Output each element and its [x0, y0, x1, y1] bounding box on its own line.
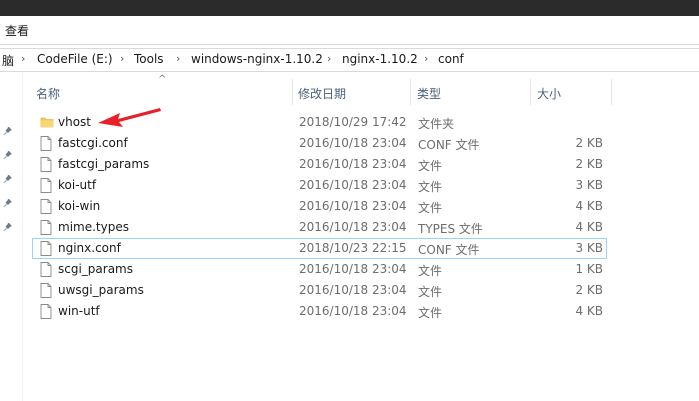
- file-row[interactable]: win-utf 2016/10/18 23:04 文件 4 KB: [32, 301, 607, 322]
- pin-icon[interactable]: [3, 198, 13, 208]
- file-type: 文件: [418, 201, 443, 215]
- file-name: mime.types: [58, 220, 129, 234]
- column-header-size-label: 大小: [537, 87, 562, 101]
- annotation-arrow: [98, 108, 161, 127]
- tab-view[interactable]: 查看: [5, 22, 29, 39]
- column-header-type[interactable]: 类型: [411, 79, 529, 103]
- file-date: 2016/10/18 23:04: [299, 283, 407, 297]
- file-icon: [40, 220, 52, 238]
- column-header-type-label: 类型: [417, 87, 442, 101]
- chevron-right-icon[interactable]: ›: [424, 52, 428, 65]
- file-date: 2016/10/18 23:04: [299, 157, 407, 171]
- column-divider[interactable]: [611, 79, 612, 105]
- file-size: 3 KB: [575, 241, 603, 255]
- pin-icon[interactable]: [3, 222, 13, 232]
- file-size: 2 KB: [575, 157, 603, 171]
- file-type: 文件: [418, 180, 443, 194]
- column-header-name-label: 名称: [36, 87, 61, 101]
- file-date: 2016/10/18 23:04: [299, 178, 407, 192]
- file-row[interactable]: koi-utf 2016/10/18 23:04 文件 3 KB: [32, 175, 607, 196]
- window-titlebar: [0, 0, 699, 16]
- column-header-size[interactable]: 大小: [531, 79, 611, 103]
- file-date: 2016/10/18 23:04: [299, 136, 407, 150]
- ribbon: 查看: [0, 16, 699, 44]
- chevron-right-icon[interactable]: ›: [176, 52, 180, 65]
- file-row[interactable]: fastcgi.conf 2016/10/18 23:04 CONF 文件 2 KB: [32, 133, 607, 154]
- file-type: 文件: [418, 306, 443, 320]
- file-name: scgi_params: [58, 262, 133, 276]
- file-row[interactable]: koi-win 2016/10/18 23:04 文件 4 KB: [32, 196, 607, 217]
- navigation-pane: [0, 72, 23, 401]
- file-name: fastcgi_params: [58, 157, 150, 171]
- file-size: 4 KB: [575, 220, 603, 234]
- breadcrumb-conf[interactable]: conf: [438, 52, 464, 66]
- pin-icon[interactable]: [3, 126, 13, 136]
- file-icon: [40, 199, 52, 217]
- file-icon: [40, 136, 52, 154]
- file-date: 2016/10/18 23:04: [299, 220, 407, 234]
- file-icon: [40, 157, 52, 175]
- file-icon: [40, 241, 52, 259]
- breadcrumb-this-pc[interactable]: 脑: [2, 52, 14, 69]
- file-size: 2 KB: [575, 283, 603, 297]
- file-date: 2018/10/29 17:42: [299, 115, 407, 129]
- ribbon-divider: [0, 44, 699, 45]
- file-size: 3 KB: [575, 178, 603, 192]
- file-size: 4 KB: [575, 199, 603, 213]
- file-name: nginx.conf: [58, 241, 121, 255]
- file-size: 1 KB: [575, 262, 603, 276]
- file-name: vhost: [58, 115, 92, 129]
- address-bar[interactable]: 脑 › CodeFile (E:) › Tools › windows-ngin…: [0, 48, 699, 72]
- folder-icon: [40, 115, 54, 132]
- file-size: 2 KB: [575, 136, 603, 150]
- file-date: 2016/10/18 23:04: [299, 262, 407, 276]
- file-date: 2016/10/18 23:04: [299, 304, 407, 318]
- file-date: 2018/10/23 22:15: [299, 241, 407, 255]
- chevron-right-icon[interactable]: ›: [327, 52, 331, 65]
- file-name: koi-win: [58, 199, 101, 213]
- breadcrumb-drive[interactable]: CodeFile (E:): [37, 52, 113, 66]
- chevron-right-icon[interactable]: ›: [120, 52, 124, 65]
- file-row[interactable]: uwsgi_params 2016/10/18 23:04 文件 2 KB: [32, 280, 607, 301]
- column-header-modified-label: 修改日期: [298, 87, 347, 101]
- file-type: 文件: [418, 159, 443, 173]
- file-type: 文件: [418, 285, 443, 299]
- file-icon: [40, 283, 52, 301]
- file-icon: [40, 262, 52, 280]
- pin-icon[interactable]: [3, 150, 13, 160]
- file-type: 文件: [418, 264, 443, 278]
- file-row[interactable]: mime.types 2016/10/18 23:04 TYPES 文件 4 KB: [32, 217, 607, 238]
- breadcrumb-windows-nginx[interactable]: windows-nginx-1.10.2: [191, 52, 323, 66]
- file-type: CONF 文件: [418, 243, 480, 257]
- breadcrumb-tools[interactable]: Tools: [134, 52, 164, 66]
- file-name: uwsgi_params: [58, 283, 144, 297]
- column-header-modified[interactable]: 修改日期: [292, 79, 410, 103]
- file-type: CONF 文件: [418, 138, 480, 152]
- file-date: 2016/10/18 23:04: [299, 199, 407, 213]
- file-type: TYPES 文件: [418, 222, 483, 236]
- chevron-right-icon[interactable]: ›: [21, 52, 25, 65]
- file-type: 文件夹: [418, 117, 455, 131]
- file-icon: [40, 304, 52, 322]
- file-name: fastcgi.conf: [58, 136, 128, 150]
- pin-icon[interactable]: [3, 174, 13, 184]
- file-size: 4 KB: [575, 304, 603, 318]
- file-row[interactable]: scgi_params 2016/10/18 23:04 文件 1 KB: [32, 259, 607, 280]
- breadcrumb-nginx[interactable]: nginx-1.10.2: [342, 52, 418, 66]
- file-icon: [40, 178, 52, 196]
- file-row[interactable]: fastcgi_params 2016/10/18 23:04 文件 2 KB: [32, 154, 607, 175]
- file-name: win-utf: [58, 304, 100, 318]
- file-name: koi-utf: [58, 178, 97, 192]
- file-row[interactable]: nginx.conf 2018/10/23 22:15 CONF 文件 3 KB: [32, 238, 607, 259]
